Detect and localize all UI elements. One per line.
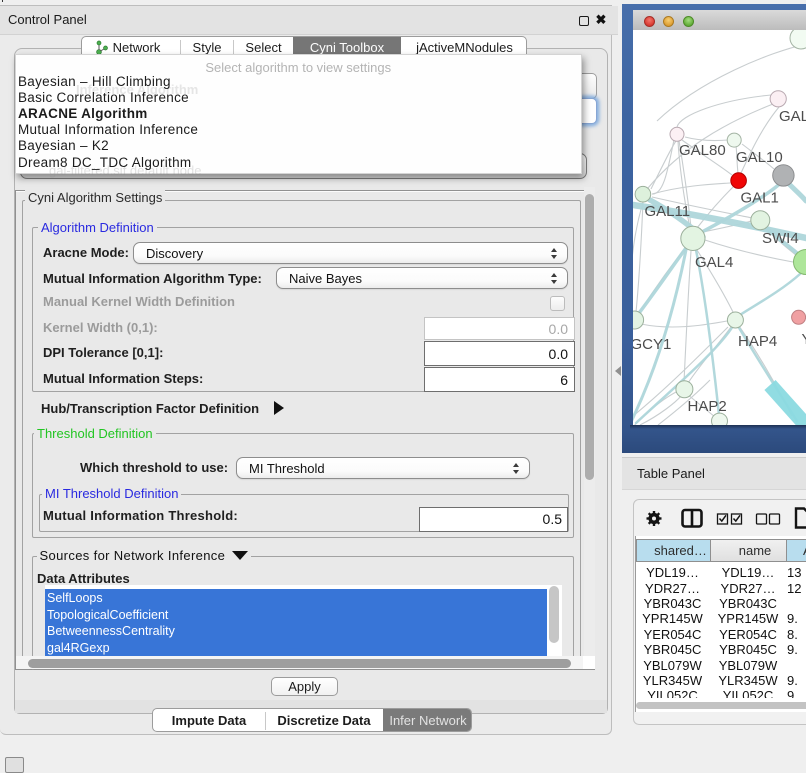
svg-text:Y: Y xyxy=(802,331,806,348)
svg-text:HAP4: HAP4 xyxy=(738,333,777,350)
svg-text:GAL10: GAL10 xyxy=(736,149,783,166)
svg-text:GAL8: GAL8 xyxy=(779,108,806,125)
svg-text:GAL1: GAL1 xyxy=(741,190,779,207)
svg-text:SWI4: SWI4 xyxy=(762,230,799,247)
svg-text:GAL11: GAL11 xyxy=(645,203,691,220)
svg-text:GCY1: GCY1 xyxy=(633,336,671,353)
svg-text:GAL80: GAL80 xyxy=(679,142,726,159)
svg-text:HAP2: HAP2 xyxy=(688,398,727,415)
svg-text:GAL4: GAL4 xyxy=(695,254,733,271)
